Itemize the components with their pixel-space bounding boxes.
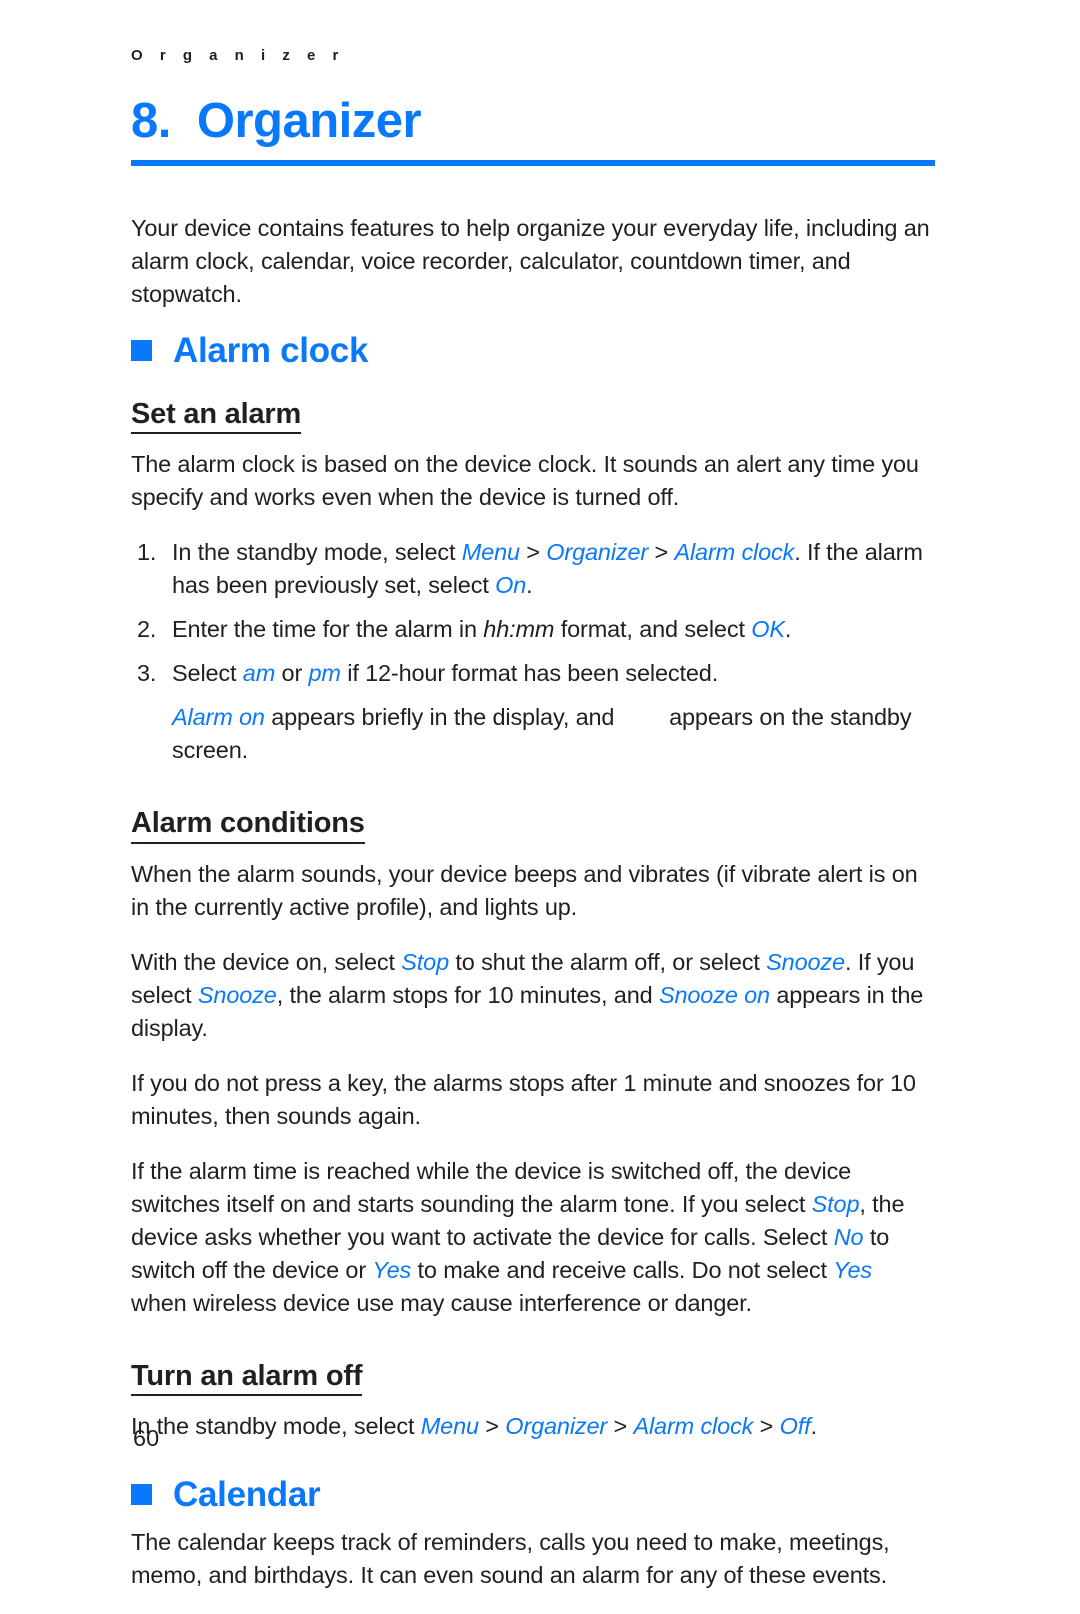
step-number: 1. (137, 539, 157, 566)
paragraph-text: . (810, 1413, 817, 1440)
list-item: 1. In the standby mode, select Menu > Org… (131, 536, 931, 602)
alarm-conditions-paragraph-4: If the alarm time is reached while the d… (131, 1155, 931, 1320)
menu-separator: > (753, 1413, 780, 1440)
note-text: appears briefly in the display, and (264, 704, 621, 731)
ui-term-snooze-on: Snooze on (658, 981, 770, 1008)
chapter-number: 8. (131, 94, 171, 148)
section-heading-alarm-clock: Alarm clock (131, 333, 931, 368)
section-heading-calendar: Calendar (131, 1477, 931, 1512)
document-page: O r g a n i z e r 8. Organizer Your devic… (0, 0, 1080, 1588)
ui-term-pm: pm (308, 660, 342, 687)
alarm-conditions-paragraph-1: When the alarm sounds, your device beeps… (131, 860, 918, 920)
running-header: O r g a n i z e r (131, 47, 345, 64)
ui-term-alarm-clock: Alarm clock (674, 539, 795, 566)
menu-separator: > (478, 1413, 506, 1440)
menu-separator: > (648, 539, 675, 566)
ui-term-alarm-on: Alarm on (172, 704, 265, 731)
subheading-set-an-alarm: Set an alarm (131, 398, 301, 435)
step-text: In the standby mode, select (172, 539, 462, 566)
ui-term-ok: OK (751, 616, 785, 643)
step-text: Select (172, 660, 243, 687)
ui-term-off: Off (779, 1413, 811, 1440)
set-an-alarm-intro: The alarm clock is based on the device c… (131, 451, 919, 511)
step-text: . (526, 572, 533, 599)
document-body: Your device contains features to help or… (131, 212, 931, 1614)
paragraph-text: , the alarm stops for 10 minutes, and (276, 981, 659, 1008)
step-text: Enter the time for the alarm in (172, 616, 484, 643)
ui-term-on: On (495, 572, 527, 599)
page-number: 60 (133, 1425, 160, 1451)
ui-term-snooze: Snooze (766, 948, 845, 975)
title-divider (131, 160, 935, 166)
paragraph-text: With the device on, select (131, 948, 402, 975)
ui-term-menu: Menu (420, 1413, 479, 1440)
step-text: or (275, 660, 309, 687)
step-text: . (784, 616, 792, 643)
menu-separator: > (607, 1413, 634, 1440)
alarm-on-note: Alarm on appears briefly in the display,… (172, 701, 931, 767)
subheading-alarm-conditions: Alarm conditions (131, 807, 365, 844)
menu-separator: > (519, 539, 547, 566)
ui-term-yes: Yes (833, 1256, 873, 1283)
paragraph-text: If the alarm time is reached while the d… (131, 1157, 852, 1217)
step-text: if 12-hour format has been selected. (340, 660, 719, 687)
subheading-turn-an-alarm-off: Turn an alarm off (131, 1360, 363, 1397)
intro-paragraph: Your device contains features to help or… (131, 215, 930, 307)
ui-term-snooze: Snooze (197, 981, 277, 1008)
ui-term-alarm-clock: Alarm clock (633, 1413, 754, 1440)
ui-term-am: am (242, 660, 276, 687)
square-bullet-icon (131, 1484, 152, 1506)
ui-term-yes: Yes (372, 1256, 412, 1283)
ui-term-organizer: Organizer (546, 539, 649, 566)
square-bullet-icon (131, 340, 152, 361)
paragraph-text: to shut the alarm off, or select (449, 948, 767, 975)
chapter-title-text: Organizer (196, 94, 422, 148)
section-heading-label: Calendar (173, 1475, 321, 1515)
ui-term-stop: Stop (811, 1190, 860, 1217)
paragraph-text: to make and receive calls. Do not select (411, 1256, 834, 1283)
format-placeholder: hh:mm (483, 616, 555, 643)
list-item: 3. Select am or pm if 12-hour format has … (131, 657, 931, 690)
ui-term-no: No (833, 1223, 864, 1250)
page-title: 8. Organizer (131, 93, 422, 149)
paragraph-text: when wireless device use may cause inter… (131, 1289, 752, 1316)
alarm-conditions-paragraph-3: If you do not press a key, the alarms st… (131, 1069, 916, 1129)
step-number: 3. (137, 660, 157, 687)
turn-an-alarm-off-paragraph: In the standby mode, select Menu > Organ… (131, 1410, 931, 1443)
ui-term-stop: Stop (401, 948, 450, 975)
ui-term-menu: Menu (461, 539, 520, 566)
list-item: 2. Enter the time for the alarm in hh:mm … (131, 613, 931, 646)
ui-term-organizer: Organizer (505, 1413, 608, 1440)
step-text: format, and select (554, 616, 752, 643)
section-heading-label: Alarm clock (173, 331, 369, 370)
step-number: 2. (137, 616, 157, 643)
calendar-paragraph: The calendar keeps track of reminders, c… (131, 1529, 890, 1589)
alarm-conditions-paragraph-2: With the device on, select Stop to shut … (131, 946, 931, 1045)
set-an-alarm-steps: 1. In the standby mode, select Menu > Org… (131, 536, 931, 690)
paragraph-text: In the standby mode, select (131, 1413, 421, 1440)
